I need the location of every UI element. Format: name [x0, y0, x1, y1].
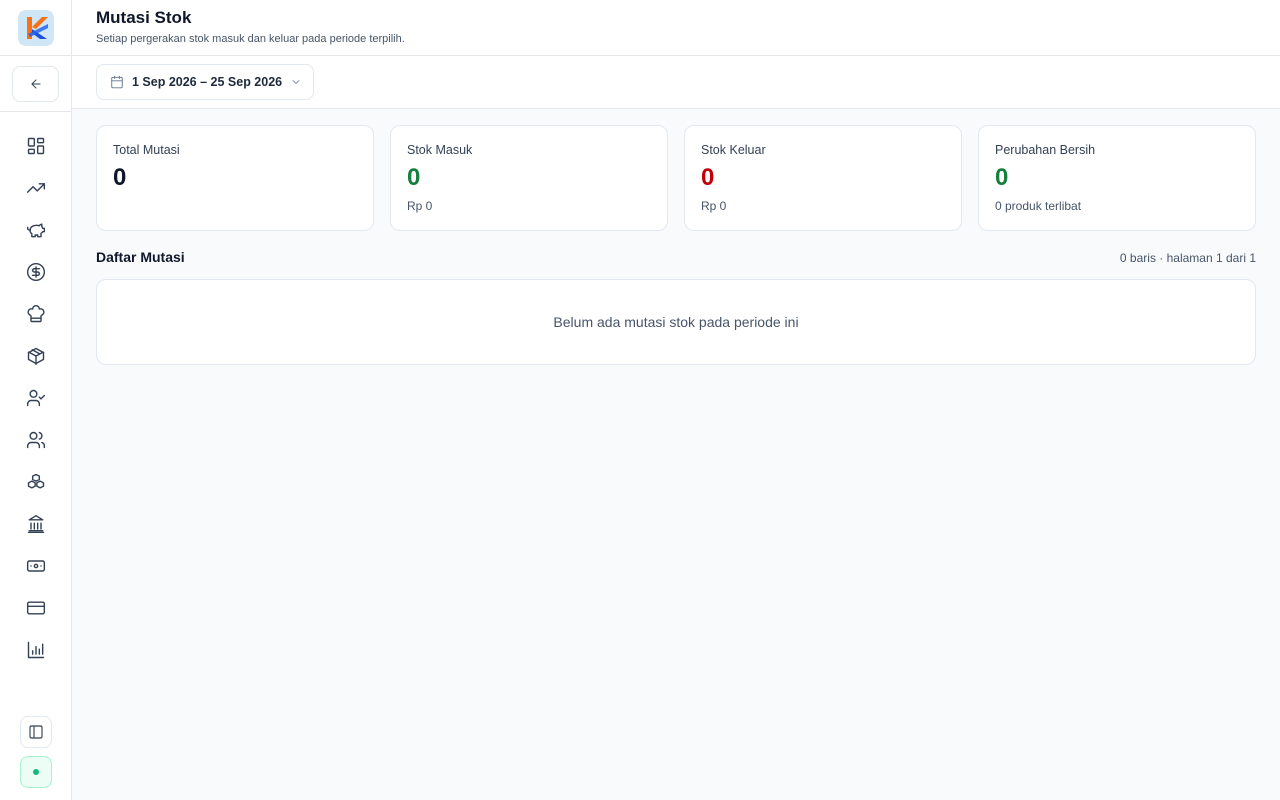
nav-inventory[interactable] — [16, 466, 56, 498]
sidebar-toggle-icon — [29, 725, 43, 739]
stat-subvalue: 0 produk terlibat — [995, 199, 1082, 213]
nav-users[interactable] — [16, 424, 56, 456]
nav-savings[interactable] — [16, 214, 56, 246]
status-dot — [33, 769, 39, 775]
section-title: Daftar Mutasi — [96, 249, 185, 265]
stat-label: Total Mutasi — [113, 143, 180, 157]
mutation-list-panel: Belum ada mutasi stok pada periode ini — [96, 279, 1256, 365]
stat-card-total: Total Mutasi 0 — [96, 125, 374, 231]
date-range-picker[interactable]: 1 Sep 2026 – 25 Sep 2026 — [96, 64, 314, 100]
nav-bank[interactable] — [16, 508, 56, 540]
sidebar-toggle-button[interactable] — [20, 716, 52, 748]
bank-icon — [27, 514, 45, 534]
dashboard-icon — [27, 137, 45, 155]
date-range-value: 1 Sep 2026 – 25 Sep 2026 — [132, 75, 283, 89]
chevron-down-icon — [292, 80, 300, 84]
nav-sales[interactable] — [16, 172, 56, 204]
nav-finance[interactable] — [16, 256, 56, 288]
nav-kitchen[interactable] — [16, 298, 56, 330]
page-title: Mutasi Stok — [96, 8, 192, 27]
back-button[interactable] — [12, 66, 59, 102]
stat-label: Stok Keluar — [701, 143, 766, 157]
stat-label: Perubahan Bersih — [995, 143, 1096, 157]
stat-value: 0 — [113, 164, 127, 191]
stat-subvalue: Rp 0 — [701, 199, 727, 213]
piggy-bank-icon — [26, 223, 46, 238]
trending-up-icon — [26, 183, 46, 193]
nav-reports[interactable] — [16, 634, 56, 666]
sidebar-divider — [0, 55, 71, 56]
stat-value: 0 — [407, 164, 421, 191]
back-arrow-icon — [30, 79, 41, 89]
logo-icon — [27, 17, 48, 39]
stat-subvalue: Rp 0 — [407, 199, 433, 213]
nav-cash[interactable] — [16, 550, 56, 582]
toolbar: 1 Sep 2026 – 25 Sep 2026 — [72, 56, 1280, 109]
credit-card-icon — [26, 601, 46, 615]
stat-label: Stok Masuk — [407, 143, 473, 157]
boxes-icon — [27, 473, 45, 489]
stat-card-bersih: Perubahan Bersih 0 0 produk terlibat — [978, 125, 1256, 231]
banknote-icon — [26, 560, 46, 572]
nav-products[interactable] — [16, 340, 56, 372]
page-subtitle: Setiap pergerakan stok masuk dan keluar … — [96, 33, 405, 45]
package-icon — [27, 347, 45, 366]
status-button[interactable] — [20, 756, 52, 788]
users-icon — [26, 431, 46, 449]
page-header: Mutasi Stok Setiap pergerakan stok masuk… — [72, 0, 1280, 56]
nav-attendance[interactable] — [16, 382, 56, 414]
bar-chart-icon — [27, 641, 45, 659]
nav-payments[interactable] — [16, 592, 56, 624]
dollar-circle-icon — [26, 262, 46, 282]
pagination-info: 0 baris · halaman 1 dari 1 — [1119, 251, 1256, 265]
user-check-icon — [26, 389, 46, 407]
app-logo[interactable] — [18, 10, 54, 46]
nav-dashboard[interactable] — [16, 130, 56, 162]
stat-value: 0 — [995, 164, 1009, 191]
calendar-icon — [111, 75, 123, 89]
stat-card-keluar: Stok Keluar 0 Rp 0 — [684, 125, 962, 231]
stat-card-masuk: Stok Masuk 0 Rp 0 — [390, 125, 668, 231]
chef-hat-icon — [27, 305, 45, 323]
empty-state-message: Belum ada mutasi stok pada periode ini — [553, 314, 799, 330]
sidebar-divider — [0, 111, 71, 112]
sidebar — [0, 0, 72, 800]
stat-value: 0 — [701, 164, 715, 191]
